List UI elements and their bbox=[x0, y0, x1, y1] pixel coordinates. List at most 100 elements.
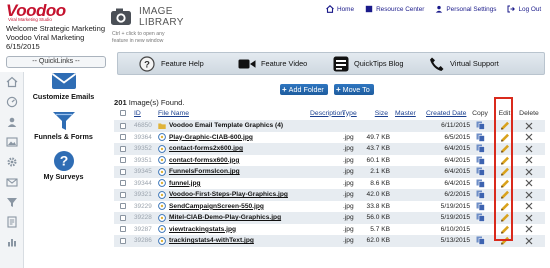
row-file-name[interactable]: contact-forms2x600.jpg bbox=[158, 143, 330, 155]
survey-icon[interactable] bbox=[6, 216, 18, 228]
copy-icon[interactable] bbox=[470, 143, 490, 155]
copy-icon[interactable] bbox=[470, 189, 490, 201]
people-icon[interactable] bbox=[6, 116, 18, 128]
row-file-name[interactable]: FunnelsFormsIcon.jpg bbox=[158, 166, 330, 178]
file-name-link[interactable]: contact-formsx600.jpg bbox=[169, 157, 239, 164]
row-file-name[interactable]: funnel.jpg bbox=[158, 178, 330, 190]
col-id[interactable]: ID bbox=[134, 107, 158, 119]
row-checkbox[interactable] bbox=[120, 178, 128, 190]
gear-icon[interactable] bbox=[6, 156, 18, 168]
row-checkbox[interactable] bbox=[120, 143, 128, 155]
col-size[interactable]: Size bbox=[362, 107, 388, 119]
delete-icon[interactable] bbox=[516, 166, 542, 178]
copy-icon[interactable] bbox=[470, 155, 490, 167]
row-file-name[interactable]: Voodoo-First-Steps-Play-Graphics.jpg bbox=[158, 189, 330, 201]
file-name-link[interactable]: Voodoo-First-Steps-Play-Graphics.jpg bbox=[169, 191, 288, 198]
personal-settings-link[interactable]: Personal Settings bbox=[435, 5, 496, 13]
table-row[interactable]: 39228 Mitel-CIAB-Demo-Play-Graphics.jpg .j… bbox=[114, 212, 545, 224]
file-name-link[interactable]: Voodoo Email Template Graphics (4) bbox=[169, 122, 283, 129]
copy-icon[interactable] bbox=[470, 166, 490, 178]
virtual-support-link[interactable]: Virtual Support bbox=[429, 53, 499, 74]
col-master[interactable]: Master bbox=[395, 107, 423, 119]
row-checkbox[interactable] bbox=[120, 212, 128, 224]
nav-customize-emails[interactable]: Customize Emails bbox=[24, 70, 103, 106]
table-row[interactable]: 39352 contact-forms2x600.jpg .jpg 43.7 KB 6/… bbox=[114, 143, 545, 155]
file-name-link[interactable]: FunnelsFormsIcon.jpg bbox=[169, 168, 240, 175]
file-name-link[interactable]: Play-Graphic-CIAB-600.jpg bbox=[169, 134, 253, 141]
move-to-button[interactable]: + Move To bbox=[334, 84, 374, 95]
file-name-link[interactable]: viewtrackingstats.jpg bbox=[169, 226, 236, 233]
table-row[interactable]: 39345 FunnelsFormsIcon.jpg .jpg 2.1 KB 6/4/2… bbox=[114, 166, 545, 178]
row-file-name[interactable]: viewtrackingstats.jpg bbox=[158, 224, 330, 236]
row-file-name[interactable]: Voodoo Email Template Graphics (4) bbox=[158, 120, 330, 132]
row-checkbox[interactable] bbox=[120, 201, 128, 213]
table-row[interactable]: 39364 Play-Graphic-CIAB-600.jpg .jpg 49.7 K… bbox=[114, 131, 545, 144]
file-name-link[interactable]: contact-forms2x600.jpg bbox=[169, 145, 243, 152]
table-row[interactable]: 39286 trackingstats4-withText.jpg .jpg 62.0… bbox=[114, 235, 545, 247]
delete-icon[interactable] bbox=[516, 212, 542, 224]
copy-icon[interactable] bbox=[470, 120, 490, 132]
copy-icon[interactable] bbox=[470, 132, 490, 144]
row-checkbox[interactable] bbox=[120, 224, 128, 236]
row-checkbox[interactable] bbox=[120, 189, 128, 201]
resource-center-link[interactable]: Resource Center bbox=[365, 5, 424, 13]
feature-help-link[interactable]: ? Feature Help bbox=[138, 53, 204, 74]
row-checkbox[interactable] bbox=[120, 120, 128, 132]
row-checkbox[interactable] bbox=[120, 132, 128, 144]
file-name-link[interactable]: trackingstats4-withText.jpg bbox=[169, 237, 254, 244]
copy-icon[interactable] bbox=[470, 212, 490, 224]
file-name-link[interactable]: funnel.jpg bbox=[169, 180, 201, 187]
quicklinks-select[interactable]: -- QuickLinks -- bbox=[6, 56, 106, 68]
delete-icon[interactable] bbox=[516, 143, 542, 155]
delete-icon[interactable] bbox=[516, 132, 542, 144]
row-file-name[interactable]: Mitel-CIAB-Demo-Play-Graphics.jpg bbox=[158, 212, 330, 224]
feature-video-link[interactable]: Feature Video bbox=[238, 53, 307, 74]
voodoo-logo[interactable]: Voodoo Viral Marketing Studio bbox=[6, 2, 66, 22]
row-file-name[interactable]: Play-Graphic-CIAB-600.jpg bbox=[158, 132, 330, 144]
col-created-date[interactable]: Created Date bbox=[426, 107, 472, 119]
home-link[interactable]: Home bbox=[326, 5, 354, 13]
delete-icon[interactable] bbox=[516, 178, 542, 190]
row-id: 39352 bbox=[134, 145, 152, 153]
col-file-name[interactable]: File Name bbox=[158, 107, 308, 119]
funnel-icon[interactable] bbox=[6, 196, 18, 208]
quicktips-blog-link[interactable]: QuickTips Blog bbox=[333, 53, 403, 74]
copy-icon[interactable] bbox=[470, 235, 490, 247]
row-file-name[interactable]: contact-formsx600.jpg bbox=[158, 155, 330, 167]
add-folder-button[interactable]: + Add Folder bbox=[280, 84, 328, 95]
phone-icon bbox=[430, 57, 444, 71]
nav-my-surveys[interactable]: ? My Surveys bbox=[24, 150, 103, 186]
file-name-link[interactable]: SendCampaignScreen-550.jpg bbox=[169, 203, 264, 210]
row-file-name[interactable]: trackingstats4-withText.jpg bbox=[158, 235, 330, 247]
delete-icon[interactable] bbox=[516, 120, 542, 132]
home-icon[interactable] bbox=[6, 76, 18, 88]
table-row[interactable]: 39321 Voodoo-First-Steps-Play-Graphics.jp… bbox=[114, 189, 545, 201]
table-row[interactable]: 39351 contact-formsx600.jpg .jpg 60.1 KB 6/4… bbox=[114, 154, 545, 167]
col-type[interactable]: Type bbox=[342, 107, 362, 119]
nav-funnels-forms[interactable]: Funnels & Forms bbox=[24, 110, 103, 146]
row-checkbox[interactable] bbox=[120, 166, 128, 178]
delete-icon[interactable] bbox=[516, 235, 542, 247]
copy-icon[interactable] bbox=[470, 178, 490, 190]
row-checkbox[interactable] bbox=[120, 155, 128, 167]
camera-icon bbox=[110, 6, 132, 28]
delete-icon[interactable] bbox=[516, 201, 542, 213]
file-name-link[interactable]: Mitel-CIAB-Demo-Play-Graphics.jpg bbox=[169, 214, 281, 221]
row-checkbox[interactable] bbox=[120, 235, 128, 247]
select-all-checkbox[interactable] bbox=[120, 107, 128, 119]
table-row[interactable]: 39344 funnel.jpg .jpg 8.6 KB 6/4/2015 bbox=[114, 177, 545, 190]
table-row[interactable]: 46850 Voodoo Email Template Graphics (4) 6… bbox=[114, 120, 545, 132]
delete-icon[interactable] bbox=[516, 155, 542, 167]
image-icon[interactable] bbox=[6, 136, 18, 148]
delete-icon[interactable] bbox=[516, 224, 542, 236]
table-row[interactable]: 39287 viewtrackingstats.jpg .jpg 5.7 KB 6/10… bbox=[114, 223, 545, 236]
row-file-name[interactable]: SendCampaignScreen-550.jpg bbox=[158, 201, 330, 213]
copy-icon[interactable] bbox=[470, 201, 490, 213]
envelope-icon[interactable] bbox=[6, 176, 18, 188]
table-row[interactable]: 39229 SendCampaignScreen-550.jpg .jpg 33.8 … bbox=[114, 200, 545, 213]
chart-icon[interactable] bbox=[6, 236, 18, 248]
dashboard-icon[interactable] bbox=[6, 96, 18, 108]
delete-icon[interactable] bbox=[516, 189, 542, 201]
image-file-icon bbox=[158, 179, 166, 188]
logout-link[interactable]: Log Out bbox=[507, 5, 541, 13]
